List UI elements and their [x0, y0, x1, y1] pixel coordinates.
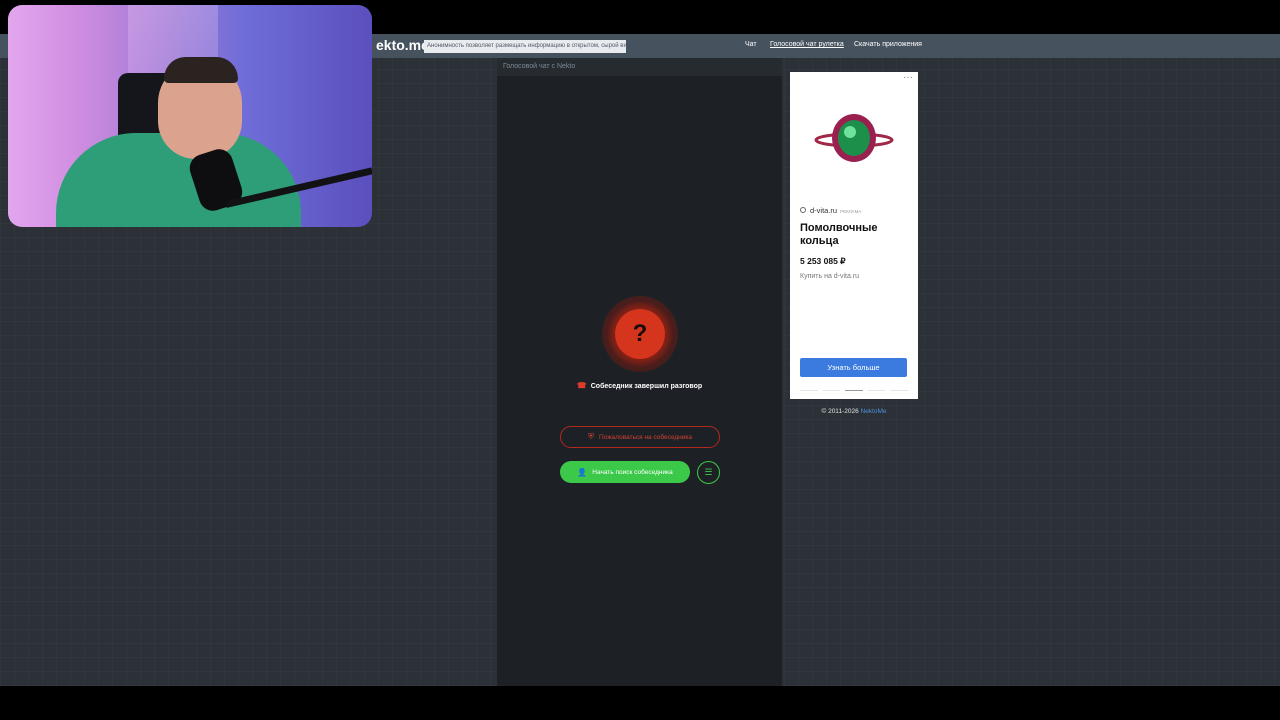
carousel-dot	[822, 390, 841, 391]
learn-more-button[interactable]: Узнать больше	[800, 358, 907, 377]
ad-price: 5 253 085 ₽	[800, 256, 846, 266]
carousel-dot	[867, 390, 886, 391]
sliders-icon: ☰	[704, 467, 713, 477]
ad-banner[interactable]: ··· d-vita.ru РЕКЛАМА Помолвочные кольца …	[790, 72, 918, 399]
copyright-link[interactable]: NektoMe	[861, 408, 887, 415]
shield-icon: ⛨	[588, 432, 594, 441]
copyright: © 2011-2026 NektoMe	[790, 408, 918, 415]
report-button[interactable]: ⛨ Пожаловаться на собеседника	[560, 426, 720, 448]
domain-icon	[800, 207, 806, 213]
filter-settings-button[interactable]: ☰	[697, 461, 720, 484]
ad-carousel-indicator	[800, 390, 908, 391]
call-ended-message: ☎ Собеседник завершил разговор	[497, 381, 782, 390]
carousel-dot	[890, 390, 908, 391]
ad-subtitle[interactable]: Купить на d-vita.ru	[800, 273, 859, 280]
anonymity-notice: Анонимность позволяет размещать информац…	[424, 40, 626, 53]
screen: ekto.me Анонимность позволяет размещать …	[0, 0, 1280, 720]
ring-image	[814, 114, 894, 162]
status-indicator: ?	[602, 296, 678, 372]
streamer-webcam-overlay	[8, 5, 372, 227]
start-search-button-label: Начать поиск собеседника	[592, 468, 673, 476]
panel-title: Голосовой чат с Nekto	[497, 58, 782, 76]
carousel-dot	[800, 390, 818, 391]
ad-more-menu[interactable]: ···	[903, 72, 913, 83]
site-logo[interactable]: ekto.me	[376, 37, 429, 53]
question-mark-icon: ?	[615, 309, 665, 359]
ad-title[interactable]: Помолвочные кольца	[800, 222, 910, 248]
carousel-dot-active	[845, 390, 863, 391]
webcam-person-hair	[164, 57, 238, 83]
nav-chat[interactable]: Чат	[745, 41, 757, 48]
voice-chat-panel: Голосовой чат с Nekto ? ☎ Собеседник заве…	[497, 58, 782, 686]
nav-download-apps[interactable]: Скачать приложения	[854, 41, 922, 48]
call-ended-text: Собеседник завершил разговор	[590, 383, 703, 390]
ad-domain[interactable]: d-vita.ru РЕКЛАМА	[800, 206, 861, 215]
copyright-text: © 2011-2026	[821, 408, 859, 415]
report-button-label: Пожаловаться на собеседника	[599, 433, 692, 441]
ad-domain-text: d-vita.ru	[810, 206, 838, 215]
ad-label: РЕКЛАМА	[840, 209, 862, 214]
phone-hangup-icon: ☎	[576, 381, 587, 390]
nav-voice-roulette[interactable]: Голосовой чат рулетка	[770, 41, 844, 48]
user-add-icon: 👤	[577, 467, 588, 477]
start-search-button[interactable]: 👤 Начать поиск собеседника	[560, 461, 690, 483]
